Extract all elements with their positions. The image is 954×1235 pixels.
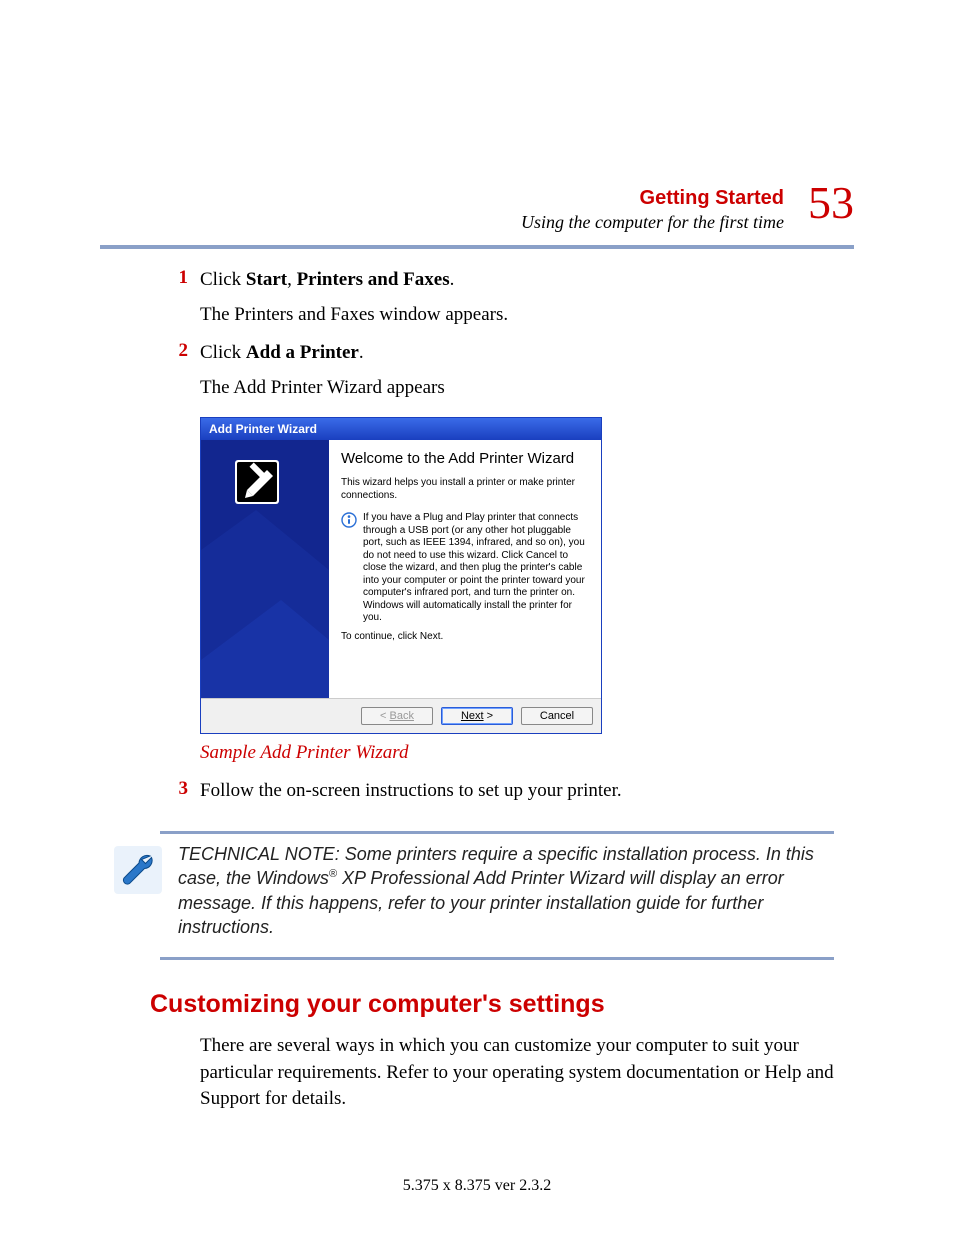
step-number: 2 [160,340,200,409]
printer-graphic-icon [201,440,329,698]
step-bold: Add a Printer [246,342,359,363]
step-follow: The Add Printer Wizard appears [200,375,834,402]
step-1: 1 Click Start, Printers and Faxes. The P… [160,267,834,336]
page-header: Getting Started Using the computer for t… [100,180,854,233]
cancel-button[interactable]: Cancel [521,707,593,725]
chapter-title: Getting Started [521,186,784,210]
page-content: 1 Click Start, Printers and Faxes. The P… [160,267,834,1113]
info-icon [341,512,357,631]
wizard-main-panel: Welcome to the Add Printer Wizard This w… [329,440,601,698]
back-button[interactable]: < Back [361,707,433,725]
wizard-continue-text: To continue, click Next. [341,631,589,644]
step-follow: The Printers and Faxes window appears. [200,302,834,329]
registered-mark: ® [329,868,337,880]
section-body: There are several ways in which you can … [200,1033,834,1113]
step-text: Click [200,342,246,363]
step-number: 1 [160,267,200,336]
step-number: 3 [160,778,200,813]
note-text: TECHNICAL NOTE: Some printers require a … [178,842,834,939]
step-text: , [287,269,297,290]
note-bottom-rule [160,957,834,960]
wizard-info-text: If you have a Plug and Play printer that… [363,512,589,625]
step-text: . [359,342,364,363]
wizard-sidebar-graphic [201,440,329,698]
wrench-icon [110,842,166,903]
figure-caption: Sample Add Printer Wizard [200,742,834,764]
wizard-heading: Welcome to the Add Printer Wizard [341,450,589,467]
page-footer: 5.375 x 8.375 ver 2.3.2 [0,1177,954,1195]
step-bold: Start [246,269,287,290]
add-printer-wizard-window: Add Printer Wizard Welcome to [200,417,602,734]
wizard-info-block: If you have a Plug and Play printer that… [341,512,589,631]
wizard-titlebar: Add Printer Wizard [201,418,601,440]
header-rule [100,245,854,249]
document-page: Getting Started Using the computer for t… [0,0,954,1235]
technical-note: TECHNICAL NOTE: Some printers require a … [110,842,834,939]
wizard-intro-text: This wizard helps you install a printer … [341,477,589,502]
step-body: Click Start, Printers and Faxes. The Pri… [200,267,834,336]
step-3: 3 Follow the on-screen instructions to s… [160,778,834,813]
note-label: TECHNICAL NOTE: [178,844,340,864]
step-text: . [450,269,455,290]
section-heading: Customizing your computer's settings [150,990,834,1019]
step-text: Click [200,269,246,290]
page-number: 53 [808,180,854,226]
header-text-block: Getting Started Using the computer for t… [521,186,784,233]
note-top-rule [160,831,834,834]
step-text: Follow the on-screen instructions to set… [200,778,834,805]
step-bold: Printers and Faxes [297,269,450,290]
step-2: 2 Click Add a Printer. The Add Printer W… [160,340,834,409]
next-button[interactable]: Next > [441,707,513,725]
chapter-subtitle: Using the computer for the first time [521,212,784,233]
wizard-button-bar: < Back Next > Cancel [201,698,601,733]
step-body: Follow the on-screen instructions to set… [200,778,834,813]
wizard-body: Welcome to the Add Printer Wizard This w… [201,440,601,698]
step-body: Click Add a Printer. The Add Printer Wiz… [200,340,834,409]
